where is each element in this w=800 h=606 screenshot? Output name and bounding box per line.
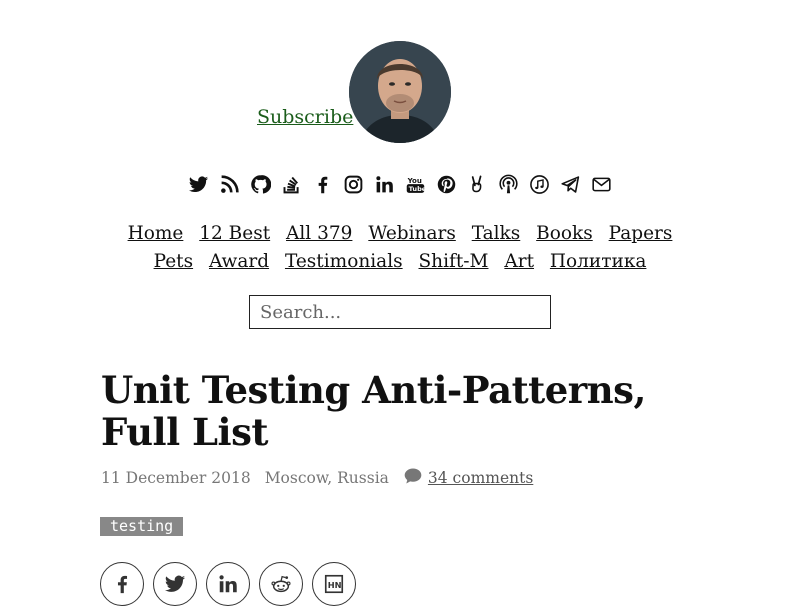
tag-testing[interactable]: testing <box>100 517 184 536</box>
article-title: Unit Testing Anti-Patterns, Full List <box>101 368 646 454</box>
search-input[interactable] <box>249 295 551 329</box>
share-facebook-button[interactable] <box>100 562 144 606</box>
comments-link[interactable]: 34 comments <box>428 469 533 487</box>
rss-icon[interactable] <box>218 171 242 197</box>
nav-all[interactable]: All 379 <box>286 223 352 244</box>
nav-webinars[interactable]: Webinars <box>368 223 456 244</box>
facebook-icon[interactable] <box>311 171 335 197</box>
article-date: 11 December 2018 <box>101 469 251 487</box>
youtube-icon[interactable]: You Tube <box>404 171 428 197</box>
share-reddit-button[interactable] <box>259 562 303 606</box>
svg-text:HN: HN <box>328 580 342 590</box>
github-icon[interactable] <box>249 171 273 197</box>
main-nav: Home 12 Best All 379 Webinars Talks Book… <box>100 220 700 276</box>
twitter-icon <box>164 575 186 592</box>
instagram-icon[interactable] <box>342 171 366 197</box>
site-header: Subscribe <box>0 0 800 150</box>
nav-shift-m[interactable]: Shift-M <box>419 251 489 272</box>
article-meta: 11 December 2018 Moscow, Russia 34 comme… <box>101 466 533 490</box>
podcast-icon[interactable] <box>497 171 521 197</box>
share-hackernews-button[interactable]: HN <box>312 562 356 606</box>
svg-text:Tube: Tube <box>409 185 426 193</box>
author-avatar[interactable] <box>349 41 451 143</box>
stackoverflow-icon[interactable] <box>280 171 304 197</box>
comment-icon <box>403 466 423 490</box>
share-twitter-button[interactable] <box>153 562 197 606</box>
share-buttons: HN <box>100 562 356 606</box>
nav-testimonials[interactable]: Testimonials <box>285 251 403 272</box>
nav-papers[interactable]: Papers <box>609 223 673 244</box>
nav-pets[interactable]: Pets <box>154 251 194 272</box>
nav-award[interactable]: Award <box>209 251 269 272</box>
reddit-icon <box>271 575 291 593</box>
svg-text:You: You <box>407 176 422 184</box>
linkedin-icon[interactable] <box>373 171 397 197</box>
nav-politika[interactable]: Политика <box>550 251 647 272</box>
pinterest-icon[interactable] <box>435 171 459 197</box>
facebook-icon <box>117 575 128 594</box>
music-icon[interactable] <box>528 171 552 197</box>
article-location: Moscow, Russia <box>264 469 389 487</box>
hackernews-icon: HN <box>324 574 344 594</box>
share-linkedin-button[interactable] <box>206 562 250 606</box>
peace-icon[interactable] <box>466 171 490 197</box>
nav-talks[interactable]: Talks <box>472 223 521 244</box>
nav-art[interactable]: Art <box>504 251 534 272</box>
telegram-icon[interactable] <box>559 171 583 197</box>
nav-12-best[interactable]: 12 Best <box>199 223 270 244</box>
twitter-icon[interactable] <box>187 171 211 197</box>
subscribe-link[interactable]: Subscribe <box>257 106 353 128</box>
linkedin-icon <box>219 575 237 593</box>
nav-home[interactable]: Home <box>128 223 184 244</box>
social-icons-row: You Tube <box>0 171 800 197</box>
nav-books[interactable]: Books <box>536 223 593 244</box>
email-icon[interactable] <box>590 171 614 197</box>
